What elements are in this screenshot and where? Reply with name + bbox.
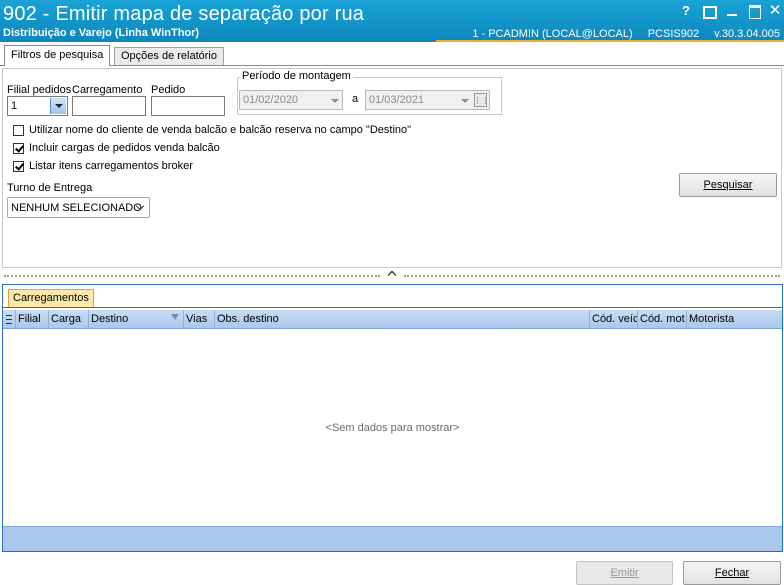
carregamento-input[interactable] — [72, 96, 146, 116]
pedido-input[interactable] — [151, 96, 225, 116]
chevron-down-icon[interactable] — [461, 99, 469, 103]
column-header-filial[interactable]: Filial — [16, 310, 49, 328]
tab-filtros-de-pesquisa[interactable]: Filtros de pesquisa — [4, 45, 111, 66]
carregamentos-panel: Carregamentos Filial Carga Destino Vias … — [2, 284, 783, 552]
date-from-field[interactable]: 01/02/2020 — [239, 90, 343, 110]
chevron-down-icon[interactable] — [331, 99, 339, 103]
menu-icon[interactable] — [6, 315, 12, 324]
panel-splitter[interactable] — [0, 270, 784, 281]
pedido-label: Pedido — [151, 84, 186, 96]
tab-divider — [0, 65, 784, 66]
periodo-group: Período de montagem 01/02/2020 a 01/03/2… — [237, 70, 502, 115]
grid-tab-divider — [3, 307, 782, 308]
date-to-field[interactable]: 01/03/2021 — [365, 90, 490, 110]
grid-tab-strip: Carregamentos — [3, 285, 782, 308]
filial-label: Filial pedidos — [7, 84, 72, 96]
carregamento-label: Carregamento — [72, 84, 143, 96]
pesquisar-button[interactable]: Pesquisar — [679, 173, 777, 197]
help-icon[interactable]: ? — [678, 2, 694, 20]
pesquisar-button-label: Pesquisar — [703, 179, 753, 191]
column-header-destino[interactable]: Destino — [89, 310, 184, 328]
fechar-button[interactable]: Fechar — [683, 561, 781, 585]
checkbox-box[interactable] — [13, 161, 24, 172]
date-separator: a — [352, 93, 359, 105]
column-header-motorista[interactable]: Motorista — [687, 310, 782, 328]
tab-opcoes-de-relatorio[interactable]: Opções de relatório — [114, 47, 224, 66]
column-header-cod-mot[interactable]: Cód. mot — [638, 310, 687, 328]
date-from-value: 01/02/2020 — [243, 94, 299, 106]
title-bar: 902 - Emitir mapa de separação por rua D… — [0, 0, 784, 42]
calendar-icon[interactable] — [474, 93, 487, 107]
emitir-button-label: Emitir — [610, 567, 639, 579]
column-header-vias[interactable]: Vias — [184, 310, 215, 328]
window-title: 902 - Emitir mapa de separação por rua — [3, 3, 365, 25]
filial-select[interactable]: 1 — [7, 96, 68, 116]
splitter-grip — [404, 275, 780, 277]
checkbox-box[interactable] — [13, 125, 24, 136]
restore-window-icon[interactable] — [700, 2, 717, 20]
tab-carregamentos[interactable]: Carregamentos — [8, 289, 94, 308]
turno-value: NENHUM SELECIONADO — [11, 202, 142, 214]
column-header-obs-destino[interactable]: Obs. destino — [215, 310, 590, 328]
minimize-icon[interactable] — [724, 2, 740, 20]
fechar-button-label: Fechar — [714, 567, 750, 579]
column-chooser[interactable] — [3, 310, 16, 328]
title-accent-line — [436, 40, 784, 42]
emitir-button[interactable]: Emitir — [576, 561, 673, 585]
turno-label: Turno de Entrega — [7, 182, 93, 194]
tab-strip: Filtros de pesquisa Opções de relatório — [0, 44, 784, 66]
column-header-carga[interactable]: Carga — [49, 310, 89, 328]
date-to-value: 01/03/2021 — [369, 94, 425, 106]
checkbox-box[interactable] — [13, 143, 24, 154]
grid-footer — [3, 526, 782, 551]
checkbox-label: Utilizar nome do cliente de venda balcão… — [29, 124, 412, 136]
session-info: 1 - PCADMIN (LOCAL@LOCAL) PCSIS902 v.30.… — [460, 28, 780, 40]
window-subtitle: Distribuição e Varejo (Linha WinThor) — [3, 27, 200, 39]
chevron-up-icon[interactable] — [387, 270, 397, 280]
chevron-down-icon[interactable] — [50, 98, 66, 114]
empty-grid-message: <Sem dados para mostrar> — [325, 422, 460, 434]
checkbox-label: Listar itens carregamentos broker — [29, 160, 193, 172]
version-label: v.30.3.04.005 — [714, 28, 780, 40]
user-info: 1 - PCADMIN (LOCAL@LOCAL) — [472, 28, 633, 40]
checkbox-label: Incluir cargas de pedidos venda balcão — [29, 142, 220, 154]
turno-select[interactable]: NENHUM SELECIONADO — [7, 197, 150, 218]
periodo-label: Período de montagem — [240, 70, 353, 82]
maximize-icon[interactable] — [746, 2, 762, 20]
splitter-grip — [4, 275, 380, 277]
grid-header: Filial Carga Destino Vias Obs. destino C… — [3, 310, 782, 329]
filter-panel: Filial pedidos 1 Carregamento Pedido Per… — [2, 68, 782, 268]
program-code: PCSIS902 — [647, 28, 700, 40]
column-header-cod-veic[interactable]: Cód. veíc — [590, 310, 638, 328]
filter-icon[interactable] — [171, 314, 179, 320]
filial-value: 1 — [11, 100, 18, 112]
close-icon[interactable]: ✕ — [767, 2, 783, 20]
column-header-destino-label: Destino — [91, 313, 129, 325]
